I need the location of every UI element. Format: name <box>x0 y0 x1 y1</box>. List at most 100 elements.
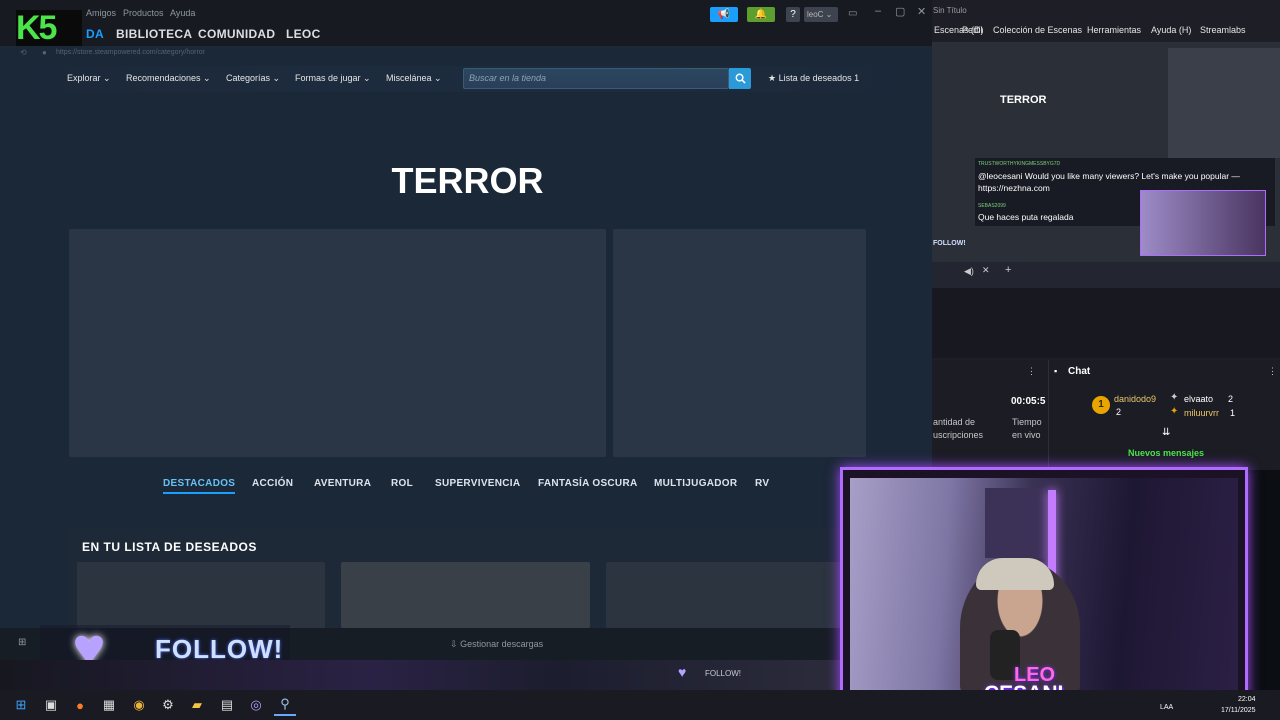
add-game-icon[interactable]: ⊞ <box>18 637 26 648</box>
task-view-icon[interactable]: ▣ <box>40 694 62 716</box>
system-clock[interactable]: 22:04 17/11/2025 <box>1221 694 1256 716</box>
tab-supervivencia[interactable]: SUPERVIVENCIA <box>435 478 520 489</box>
store-nav-explorar[interactable]: Explorar ⌄ <box>67 73 111 84</box>
store-nav-recomendaciones[interactable]: Recomendaciones ⌄ <box>126 73 211 84</box>
more-options-icon[interactable]: ⋮ <box>1268 366 1277 377</box>
windows-start-icon[interactable]: ⊞ <box>10 694 32 716</box>
megaphone-icon: 📢 <box>717 9 731 20</box>
account-menu[interactable]: leoC ⌄ <box>804 7 838 22</box>
firefox-icon[interactable]: ● <box>69 694 91 716</box>
store-nav-categorias[interactable]: Categorías ⌄ <box>226 73 280 84</box>
wishlist-link[interactable]: ★ Lista de deseados 1 <box>768 73 859 84</box>
back-arrow-icon[interactable]: ⟲ <box>20 48 27 57</box>
obs-menu-coleccion[interactable]: Colección de Escenas <box>993 25 1082 35</box>
tab-fantasia-oscura[interactable]: FANTASÍA OSCURA <box>538 478 638 489</box>
chat-title: Chat <box>1068 366 1091 377</box>
top-user-count: 1 <box>1230 408 1236 418</box>
more-options-icon[interactable]: ⋮ <box>1027 366 1036 377</box>
obs-menu-herramientas[interactable]: Herramientas <box>1087 25 1141 35</box>
chrome-icon[interactable]: ◉ <box>128 694 150 716</box>
lock-icon: ● <box>42 48 47 57</box>
wishlist-item[interactable] <box>606 562 840 628</box>
close-button[interactable]: ✕ <box>917 5 926 18</box>
store-nav-formas-de-jugar[interactable]: Formas de jugar ⌄ <box>295 73 371 84</box>
tab-rv[interactable]: RV <box>755 478 769 489</box>
obs-icon[interactable]: ◎ <box>245 694 267 716</box>
store-icon[interactable]: ▦ <box>98 694 120 716</box>
announce-button[interactable]: 📢 <box>710 7 738 22</box>
top-user-count: 2 <box>1116 407 1122 417</box>
preview-page-title: TERROR <box>1000 94 1047 106</box>
wishlist-item[interactable] <box>341 562 590 628</box>
shelf <box>985 488 1045 558</box>
nav-user[interactable]: LEOC <box>286 27 321 41</box>
featured-capsule-side[interactable] <box>613 229 866 457</box>
steam-icon[interactable]: ⚲ <box>274 694 296 716</box>
obs-dock-area <box>932 288 1280 358</box>
nav-comunidad[interactable]: COMUNIDAD <box>198 27 275 41</box>
wishlist-section-title: EN TU LISTA DE DESEADOS <box>82 540 257 554</box>
minimize-button[interactable]: – <box>875 5 881 17</box>
preview-webcam <box>1140 190 1266 256</box>
obs-menu-perfil[interactable]: Perfil <box>962 25 983 35</box>
language-indicator[interactable]: LAA <box>1160 704 1173 711</box>
top-user-name: danidodo9 <box>1114 394 1157 404</box>
bigpicture-icon[interactable]: ▭ <box>848 8 857 19</box>
top-badge: 1 <box>1092 396 1110 414</box>
preview-thumbnail <box>1168 48 1280 158</box>
help-button[interactable]: ? <box>786 7 800 22</box>
nav-tienda[interactable]: DA <box>86 27 104 41</box>
live-time-label-2: en vivo <box>1012 430 1041 440</box>
settings-icon[interactable]: ⚙ <box>157 694 179 716</box>
close-icon[interactable]: ✕ <box>982 265 990 276</box>
manage-downloads[interactable]: ⇩ Gestionar descargas <box>450 639 543 650</box>
question-icon: ? <box>790 9 796 20</box>
chat-bubble-icon: ▪ <box>1054 366 1058 376</box>
top-user-name: miluurvrr <box>1184 408 1219 418</box>
account-name: leoC <box>807 10 824 19</box>
store-nav-label: Categorías <box>226 73 271 83</box>
tab-multijugador[interactable]: MULTIJUGADOR <box>654 478 737 489</box>
search-button[interactable] <box>729 68 751 89</box>
obs-menu-streamlabs[interactable]: Streamlabs <box>1200 25 1246 35</box>
nav-biblioteca[interactable]: BIBLIOTECA <box>116 27 192 41</box>
cap <box>976 558 1054 590</box>
clock-date: 17/11/2025 <box>1221 707 1256 714</box>
tab-aventura[interactable]: AVENTURA <box>314 478 371 489</box>
store-nav-miscelanea[interactable]: Miscelánea ⌄ <box>386 73 442 84</box>
scroll-down-icon[interactable]: ⇊ <box>1162 427 1170 438</box>
menu-ayuda[interactable]: Ayuda <box>170 8 195 18</box>
chat-message: Que haces puta regalada <box>978 212 1074 222</box>
folder-icon[interactable]: ▰ <box>186 694 208 716</box>
search-icon <box>735 73 746 84</box>
menu-productos[interactable]: Productos <box>123 8 164 18</box>
maximize-button[interactable]: ▢ <box>895 5 905 18</box>
tab-rol[interactable]: ROL <box>391 478 413 489</box>
download-icon: ⇩ <box>450 639 458 649</box>
obs-title: Sin Título <box>933 6 967 15</box>
top-user-name: elvaato <box>1184 394 1214 404</box>
top-user-count: 2 <box>1228 394 1234 404</box>
search-placeholder: Buscar en la tienda <box>469 73 547 83</box>
featured-capsule-main[interactable] <box>69 229 606 457</box>
url-bar[interactable]: https://store.steampowered.com/category/… <box>56 49 205 56</box>
obs-menu-ayuda[interactable]: Ayuda (H) <box>1151 25 1191 35</box>
speaker-icon[interactable]: ◀) <box>964 266 974 277</box>
wishlist-label: Lista de deseados <box>778 73 852 83</box>
gear-badge-icon: ✦ <box>1170 406 1179 417</box>
screen: { "steam": { "logo": "K5", "topmenu": ["… <box>0 0 1280 720</box>
menu-amigos[interactable]: Amigos <box>86 8 116 18</box>
capcut-icon[interactable]: ▤ <box>216 694 238 716</box>
k5-logo: K5 <box>16 10 82 46</box>
notifications-button[interactable]: 🔔 <box>747 7 775 22</box>
store-nav-label: Formas de jugar <box>295 73 361 83</box>
wishlist-count: 1 <box>854 73 860 83</box>
tab-accion[interactable]: ACCIÓN <box>252 478 293 489</box>
new-messages-button[interactable]: Nuevos mensajes <box>1128 448 1204 458</box>
tab-destacados[interactable]: DESTACADOS <box>163 478 236 494</box>
add-icon[interactable]: + <box>1005 264 1011 276</box>
store-nav-label: Recomendaciones <box>126 73 201 83</box>
bell-icon: 🔔 <box>754 9 768 20</box>
stream-timer: 00:05:5 <box>1011 396 1046 407</box>
stream-overlay-strip <box>0 660 932 690</box>
